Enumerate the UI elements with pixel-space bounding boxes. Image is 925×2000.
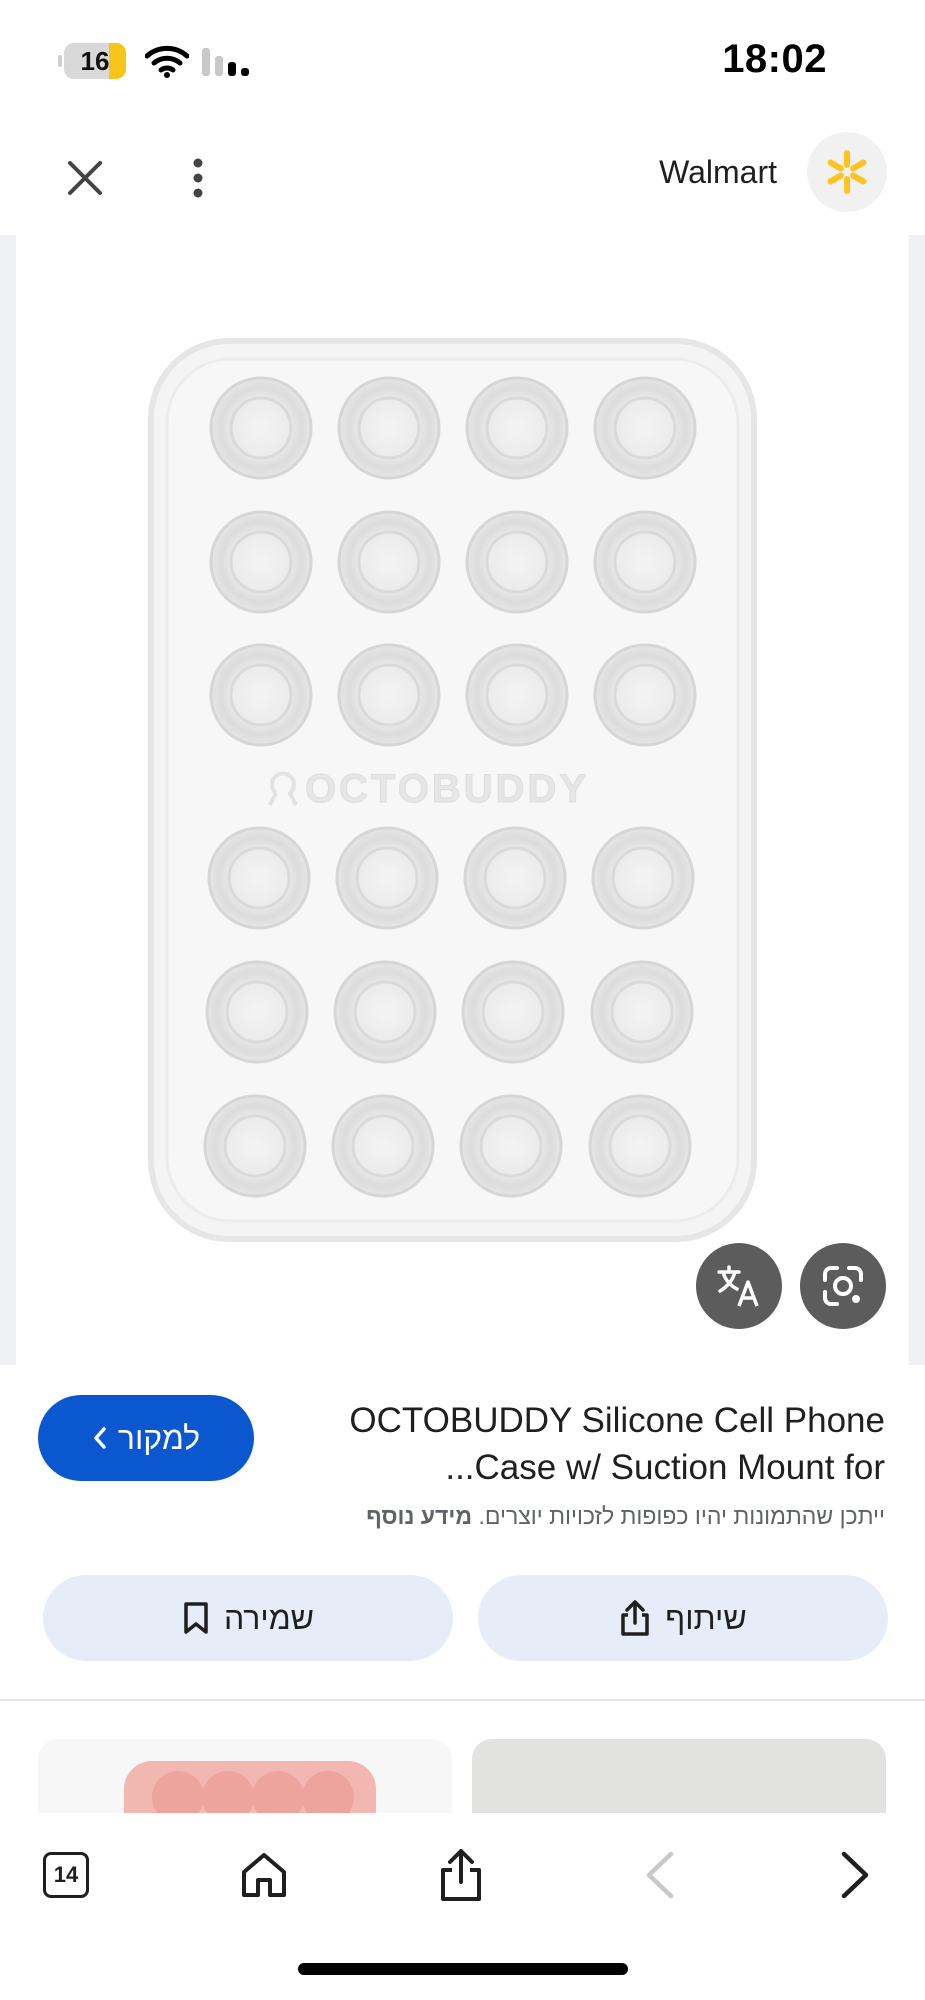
tab-count: 14: [43, 1852, 89, 1898]
home-icon: [242, 1853, 286, 1897]
cellular-signal-icon: [202, 48, 249, 76]
battery-level: 16: [80, 46, 110, 76]
walmart-spark-icon: [827, 150, 867, 194]
share-icon: [441, 1849, 481, 1901]
related-images: [0, 1701, 925, 1813]
browser-toolbar: 14: [0, 1813, 925, 2000]
image-viewer[interactable]: OCTOBUDDY: [0, 235, 925, 1365]
home-indicator[interactable]: [298, 1963, 628, 1975]
pink-suction-case-image: [124, 1761, 376, 1813]
viewer-header: Walmart: [0, 120, 925, 235]
more-vert-icon: [193, 158, 203, 198]
translate-button[interactable]: [696, 1243, 782, 1329]
source-site-name[interactable]: Walmart: [659, 154, 777, 191]
share-page-button[interactable]: [421, 1835, 501, 1915]
save-label: שמירה: [223, 1599, 315, 1636]
prev-image-edge[interactable]: [0, 235, 16, 1365]
chevron-left-icon: [94, 1427, 106, 1449]
visit-source-button[interactable]: למקור: [38, 1395, 254, 1481]
share-icon: [621, 1600, 650, 1636]
product-brand-text: OCTOBUDDY: [305, 767, 589, 811]
close-icon: [68, 161, 102, 195]
chevron-right-icon: [841, 1851, 869, 1899]
google-lens-button[interactable]: [800, 1243, 886, 1329]
share-label: שיתוף: [665, 1599, 747, 1636]
copyright-disclaimer: ייתכן שהתמונות יהיו כפופות לזכויות יוצרי…: [366, 1503, 885, 1530]
close-button[interactable]: [55, 148, 115, 208]
google-lens-icon: [823, 1266, 863, 1306]
wifi-icon: [145, 45, 189, 78]
related-image-thumbnail[interactable]: [38, 1739, 452, 1813]
home-button[interactable]: [224, 1835, 304, 1915]
image-info-panel: OCTOBUDDY Silicone Cell Phone ...Case w/…: [0, 1365, 925, 1700]
learn-more-link[interactable]: מידע נוסף: [366, 1503, 472, 1529]
product-title-line-1: OCTOBUDDY Silicone Cell Phone: [349, 1401, 885, 1440]
chevron-left-icon: [646, 1851, 674, 1899]
related-image-thumbnail[interactable]: [472, 1739, 886, 1813]
battery-indicator: 16: [58, 43, 128, 79]
disclaimer-text: ייתכן שהתמונות יהיו כפופות לזכויות יוצרי…: [478, 1503, 885, 1529]
bookmark-icon: [184, 1602, 208, 1634]
more-options-button[interactable]: [168, 148, 228, 208]
back-button[interactable]: [620, 1835, 700, 1915]
product-image[interactable]: OCTOBUDDY: [145, 335, 760, 1245]
product-title-line-2: ...Case w/ Suction Mount for: [445, 1448, 885, 1487]
translate-icon: [717, 1265, 759, 1307]
save-button[interactable]: שמירה: [43, 1575, 453, 1661]
status-bar: 16 18:02: [0, 0, 925, 120]
share-button[interactable]: שיתוף: [478, 1575, 888, 1661]
status-time: 18:02: [722, 37, 827, 81]
forward-button[interactable]: [815, 1835, 895, 1915]
visit-source-label: למקור: [117, 1419, 201, 1456]
product-title[interactable]: OCTOBUDDY Silicone Cell Phone ...Case w/…: [295, 1397, 885, 1491]
source-logo[interactable]: [807, 132, 887, 212]
next-image-edge[interactable]: [909, 235, 925, 1365]
tabs-button[interactable]: 14: [26, 1835, 106, 1915]
